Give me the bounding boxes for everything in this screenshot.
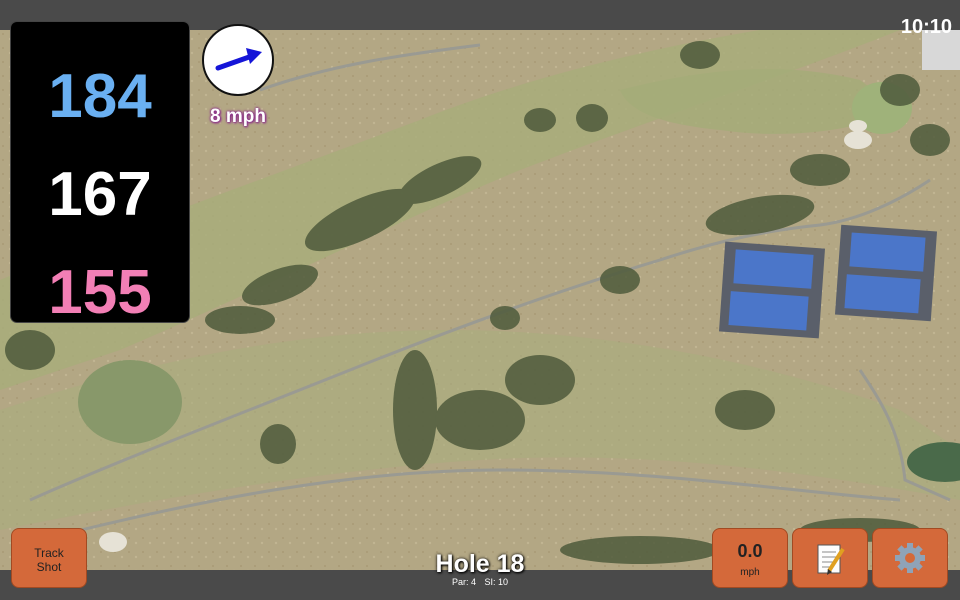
wind-speed-label: 8 mph	[210, 106, 266, 127]
distance-back: 184	[48, 62, 152, 131]
speed-unit: mph	[740, 567, 760, 578]
settings-button[interactable]	[872, 528, 948, 588]
hole-title[interactable]: Hole 18	[380, 550, 580, 579]
notepad-icon	[817, 544, 845, 575]
track-shot-label-line2: Shot	[36, 560, 62, 574]
wind-direction-indicator[interactable]	[202, 24, 274, 96]
status-clock: 10:10	[900, 16, 952, 38]
distance-front: 155	[48, 258, 152, 327]
speed-value: 0.0	[737, 541, 763, 561]
distance-middle: 167	[48, 160, 152, 229]
stroke-index-label: SI: 10	[484, 577, 509, 587]
swing-speed-button[interactable]: 0.0 mph	[712, 528, 788, 588]
gear-icon	[895, 543, 925, 573]
hole-info: Par: 4 SI: 10	[380, 577, 580, 587]
distance-panel: 184 167 155	[11, 22, 189, 327]
notes-button[interactable]	[792, 528, 868, 588]
track-shot-button[interactable]: Track Shot	[11, 528, 87, 588]
par-label: Par: 4	[451, 577, 476, 587]
wind-direction-arrow-icon	[215, 48, 262, 71]
track-shot-label-line1: Track	[34, 546, 64, 560]
